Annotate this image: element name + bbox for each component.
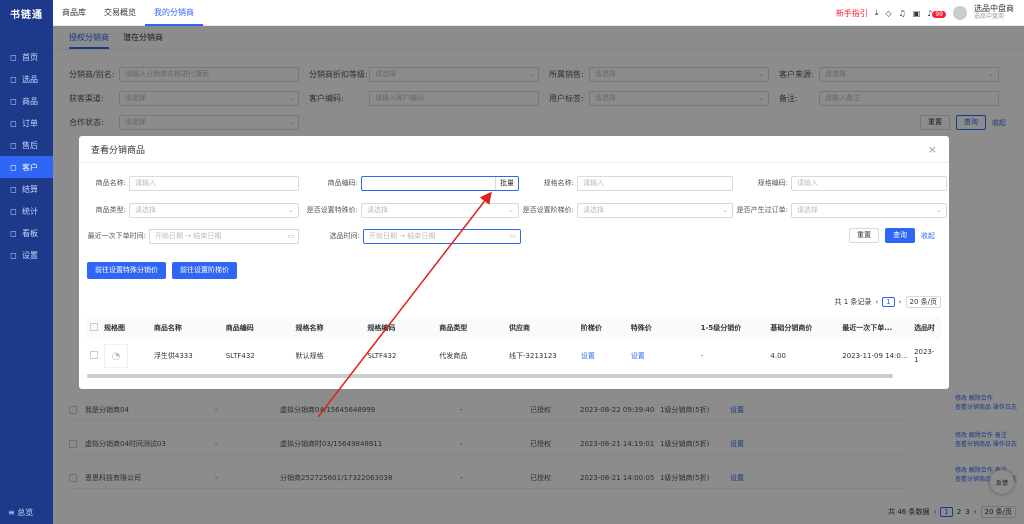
sidebar-item-dashboard[interactable]: ◻ 看板 <box>0 222 53 244</box>
modal-pagination: 共 1 条记录 ‹ 1 › 20 条/页 <box>834 296 941 308</box>
customers-icon: ◻ <box>10 162 17 172</box>
modal-goods-table: 规格图 商品名称 商品编码 规格名称 规格编码 商品类型 供应商 阶梯价 特殊价… <box>87 317 941 373</box>
selection-icon: ◻ <box>10 74 17 84</box>
sidebar-item-goods[interactable]: ◻ 商品 <box>0 90 53 112</box>
modal-filter-row-1: 商品名称: 请输入 商品编码: 批量 规格名称: 请输入 规格编码: 请输入 <box>87 175 947 191</box>
goods-icon: ◻ <box>10 96 17 106</box>
view-distribution-goods-modal: 查看分销商品 × 商品名称: 请输入 商品编码: 批量 规格名称: 请输入 规格… <box>79 136 949 389</box>
modal-reset-button[interactable]: 重置 <box>849 228 879 243</box>
prev-page-button[interactable]: ‹ <box>875 298 878 306</box>
orders-icon: ◻ <box>10 118 17 128</box>
modal-query-button[interactable]: 查询 <box>885 228 915 243</box>
table-row: ◔ 浮生供4333 SLTF432 默认规格 SLTF432 代发商品 线下-3… <box>87 339 941 373</box>
settlement-icon: ◻ <box>10 184 17 194</box>
sidebar-item-customers[interactable]: ◻ 客户 <box>0 156 53 178</box>
sidebar-item-selection[interactable]: ◻ 选品 <box>0 68 53 90</box>
sidebar-item-orders[interactable]: ◻ 订单 <box>0 112 53 134</box>
modal-page-size-select[interactable]: 20 条/页 <box>905 296 941 308</box>
sidebar: 书链通 ◻ 首页 ◻ 选品 ◻ 商品 ◻ 订单 ◻ 售后 ◻ 客户 ◻ 结算 ◻ 统计 ◻ 看板 … <box>0 0 53 524</box>
row-checkbox[interactable] <box>90 351 98 359</box>
topbar-right: 新手指引 ⤓ ◇ ♫ ▣ ♪ 99 选品中盘商 选品中盘商 <box>836 0 1014 26</box>
modal-collapse-link[interactable]: 收起 <box>921 231 935 241</box>
modal-header: 查看分销商品 × <box>79 136 949 163</box>
close-icon[interactable]: × <box>928 143 937 156</box>
has-order-select[interactable]: 请选择 ⌄ <box>791 202 947 218</box>
topbar: 商品库 交易概览 我的分销商 新手指引 ⤓ ◇ ♫ ▣ ♪ 99 选品中盘商 选品中… <box>53 0 1024 26</box>
bell-icon[interactable]: ♪ 99 <box>927 9 946 18</box>
sidebar-overview[interactable]: ≡ 总览 <box>8 507 33 518</box>
sidebar-nav: ◻ 首页 ◻ 选品 ◻ 商品 ◻ 订单 ◻ 售后 ◻ 客户 ◻ 结算 ◻ 统计 ◻ 看板 ◻ 设置 <box>0 46 53 266</box>
last-order-date-range[interactable]: 开始日期 → 结束日期 ▭ <box>149 228 299 244</box>
goods-code-input[interactable]: 批量 <box>361 175 519 191</box>
sidebar-item-aftersales[interactable]: ◻ 售后 <box>0 134 53 156</box>
user-info[interactable]: 选品中盘商 选品中盘商 <box>974 5 1014 21</box>
dashboard-icon: ◻ <box>10 228 17 238</box>
spec-image: ◔ <box>104 344 128 368</box>
headset-icon[interactable]: ♫ <box>899 9 906 18</box>
settings-icon: ◻ <box>10 250 17 260</box>
goods-type-select[interactable]: 请选择 ⌄ <box>129 202 299 218</box>
app-logo: 书链通 <box>10 9 43 21</box>
modal-page-1-button[interactable]: 1 <box>882 297 895 307</box>
tab-goods-library[interactable]: 商品库 <box>53 0 95 26</box>
modal-filter-row-3: 最近一次下单时间: 开始日期 → 结束日期 ▭ 选品时间: 开始日期 → 结束日期… <box>87 228 521 244</box>
spec-code-input[interactable]: 请输入 <box>791 175 947 191</box>
tab-my-distributors[interactable]: 我的分销商 <box>145 0 203 26</box>
sidebar-item-home[interactable]: ◻ 首页 <box>0 46 53 68</box>
guide-link[interactable]: 新手指引 <box>836 8 868 19</box>
set-special-price-button[interactable]: 前往设置特殊分销价 <box>87 262 166 279</box>
pick-date-range[interactable]: 开始日期 → 结束日期 ▭ <box>363 228 521 244</box>
download-icon[interactable]: ⤓ <box>875 8 879 18</box>
tier-price-set-link[interactable]: 设置 <box>578 351 628 361</box>
special-price-set-link[interactable]: 设置 <box>628 351 698 361</box>
aftersales-icon: ◻ <box>10 140 17 150</box>
notification-badge: 99 <box>932 10 946 18</box>
special-price-select[interactable]: 请选择 ⌄ <box>361 202 519 218</box>
modal-title: 查看分销商品 <box>91 145 146 156</box>
location-icon[interactable]: ◇ <box>885 9 891 18</box>
table-header: 规格图 商品名称 商品编码 规格名称 规格编码 商品类型 供应商 阶梯价 特殊价… <box>87 317 941 339</box>
modal-filter-actions: 重置 查询 收起 <box>849 228 935 243</box>
spec-name-input[interactable]: 请输入 <box>577 175 733 191</box>
sidebar-item-settlement[interactable]: ◻ 结算 <box>0 178 53 200</box>
goods-name-input[interactable]: 请输入 <box>129 175 299 191</box>
tab-trade-overview[interactable]: 交易概览 <box>95 0 145 26</box>
home-icon: ◻ <box>10 52 17 62</box>
sidebar-item-stats[interactable]: ◻ 统计 <box>0 200 53 222</box>
stats-icon: ◻ <box>10 206 17 216</box>
set-tier-price-button[interactable]: 前往设置阶梯价 <box>172 262 237 279</box>
modal-action-buttons: 前往设置特殊分销价 前往设置阶梯价 <box>87 262 237 279</box>
batch-button[interactable]: 批量 <box>495 176 518 190</box>
modal-total: 共 1 条记录 <box>834 298 872 306</box>
modal-filter-row-2: 商品类型: 请选择 ⌄ 是否设置特殊价: 请选择 ⌄ 是否设置阶梯价: 请选择 ⌄ 是… <box>87 202 947 218</box>
avatar[interactable] <box>953 6 967 20</box>
sidebar-item-settings[interactable]: ◻ 设置 <box>0 244 53 266</box>
select-all-checkbox[interactable] <box>90 323 98 331</box>
horizontal-scrollbar[interactable] <box>87 374 893 378</box>
calendar-icon[interactable]: ▣ <box>913 9 921 18</box>
next-page-button[interactable]: › <box>899 298 902 306</box>
tier-price-select[interactable]: 请选择 ⌄ <box>577 202 733 218</box>
